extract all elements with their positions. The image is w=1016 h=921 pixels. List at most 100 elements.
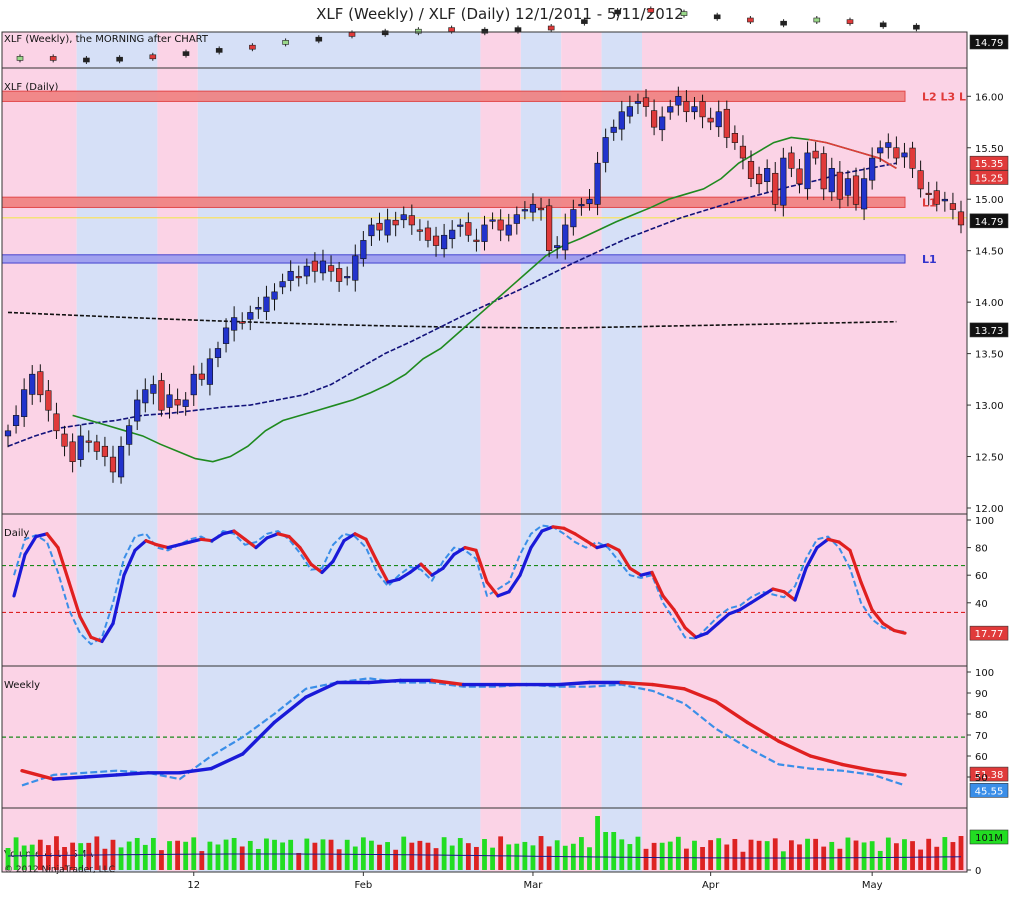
candle-up xyxy=(344,276,351,279)
weekly-strip-candle xyxy=(514,27,522,32)
x-tick-label: Feb xyxy=(354,880,372,891)
volume-bar-up xyxy=(764,841,770,870)
candle-up xyxy=(255,306,262,310)
candle-down xyxy=(424,227,432,241)
candle-up xyxy=(529,204,537,213)
candle-up xyxy=(941,198,948,202)
stochastic-weekly-d-segment xyxy=(51,775,87,781)
candle-up xyxy=(618,111,625,130)
candle-up xyxy=(166,394,173,408)
candle-down xyxy=(239,321,246,324)
volume-bar-down xyxy=(853,840,859,870)
candle-down xyxy=(69,441,76,462)
candle-up xyxy=(675,95,682,106)
volume-bar-down xyxy=(465,843,471,870)
weekly-strip-candle xyxy=(381,30,389,36)
stochastic-daily-tick-60: 60 xyxy=(975,571,988,582)
candle-up xyxy=(29,373,36,395)
weekly-strip-candle xyxy=(249,44,256,50)
volume-bar-down xyxy=(377,844,382,870)
candle-up xyxy=(222,327,230,344)
candle-down xyxy=(295,276,302,279)
weekly-strip-candle xyxy=(215,48,223,53)
volume-bar-up xyxy=(142,844,148,870)
stochastic-weekly-tick-60: 60 xyxy=(975,752,988,763)
volume-bar-up xyxy=(320,839,326,870)
volume-bar-down xyxy=(474,846,479,870)
candle-up xyxy=(562,224,569,251)
stochastic-daily-label: Daily xyxy=(4,528,29,539)
weekly-strip-candle xyxy=(348,32,356,37)
candle-down xyxy=(37,371,44,396)
price-tick-15: 15.00 xyxy=(975,195,1004,206)
price-badge-14-79: 14.79 xyxy=(975,217,1004,228)
candle-up xyxy=(21,389,28,417)
weekly-strip-label: XLF (Weekly), the MORNING after CHART xyxy=(4,34,209,45)
weekly-strip-candle xyxy=(813,17,821,23)
candle-up xyxy=(117,445,125,478)
candle-up xyxy=(489,219,496,222)
volume-bar-down xyxy=(538,836,544,870)
volume-bar-down xyxy=(651,842,657,870)
volume-bar-down xyxy=(748,839,754,870)
candle-down xyxy=(893,147,900,159)
weekly-strip-candle xyxy=(415,28,422,34)
stochastic-weekly-d-segment xyxy=(556,680,592,687)
candle-up xyxy=(869,157,876,181)
candle-down xyxy=(174,399,181,406)
chart-root: XLF (Weekly) / XLF (Daily) 12/1/2011 - 5… xyxy=(0,0,1016,921)
candle-down xyxy=(755,173,763,185)
candle-up xyxy=(481,224,488,242)
price-tick-12-5: 12.50 xyxy=(975,453,1004,464)
candle-down xyxy=(416,229,423,232)
candle-up xyxy=(247,312,254,320)
stochastic-weekly-tick-50: 50 xyxy=(975,773,988,784)
candle-up xyxy=(206,358,214,385)
volume-bar-up xyxy=(344,839,350,870)
candle-down xyxy=(408,215,415,226)
volume-bar-up xyxy=(118,847,124,870)
weekly-strip-candle xyxy=(713,14,721,20)
volume-bar-down xyxy=(732,838,738,870)
candle-down xyxy=(376,222,383,231)
volume-tick-0: 0 xyxy=(975,866,981,877)
price-tick-13-5: 13.50 xyxy=(975,350,1004,361)
weekly-strip-candle xyxy=(83,57,90,63)
price-tick-15-5: 15.50 xyxy=(975,144,1004,155)
volume-bar-up xyxy=(885,837,891,870)
stochastic-weekly-tick-90: 90 xyxy=(975,689,988,700)
volume-bar-up xyxy=(861,842,867,870)
resistance-band xyxy=(1,90,906,102)
candle-up xyxy=(214,348,222,358)
volume-bar-down xyxy=(409,842,415,870)
candle-up xyxy=(77,435,84,460)
candle-up xyxy=(190,373,197,396)
candle-down xyxy=(327,265,335,272)
volume-bar-up xyxy=(514,843,520,870)
volume-bar-down xyxy=(740,851,746,870)
volume-bar-up xyxy=(215,844,221,870)
candle-down xyxy=(957,211,965,226)
volume-bar-down xyxy=(546,846,552,870)
candle-up xyxy=(457,224,464,227)
stochastic-daily-tick-80: 80 xyxy=(975,544,988,555)
weekly-strip-candle xyxy=(647,8,655,13)
volume-bar-up xyxy=(579,837,584,870)
weekly-strip-candle xyxy=(846,19,854,24)
volume-bar-up xyxy=(288,839,294,870)
candle-up xyxy=(521,209,528,212)
candle-up xyxy=(505,224,512,236)
candle-up xyxy=(126,425,133,445)
candle-up xyxy=(182,399,189,407)
volume-bar-up xyxy=(675,836,681,870)
candle-down xyxy=(707,117,714,123)
volume-bar-up xyxy=(126,841,132,870)
volume-bar-up xyxy=(595,816,600,870)
stochastic-weekly-badge-k: 45.55 xyxy=(975,786,1004,797)
candle-down xyxy=(537,208,545,211)
volume-bar-up xyxy=(352,846,358,870)
volume-bar-up xyxy=(562,845,568,870)
volume-bar-up xyxy=(611,832,617,870)
candle-up xyxy=(142,389,149,404)
candle-up xyxy=(602,137,609,163)
